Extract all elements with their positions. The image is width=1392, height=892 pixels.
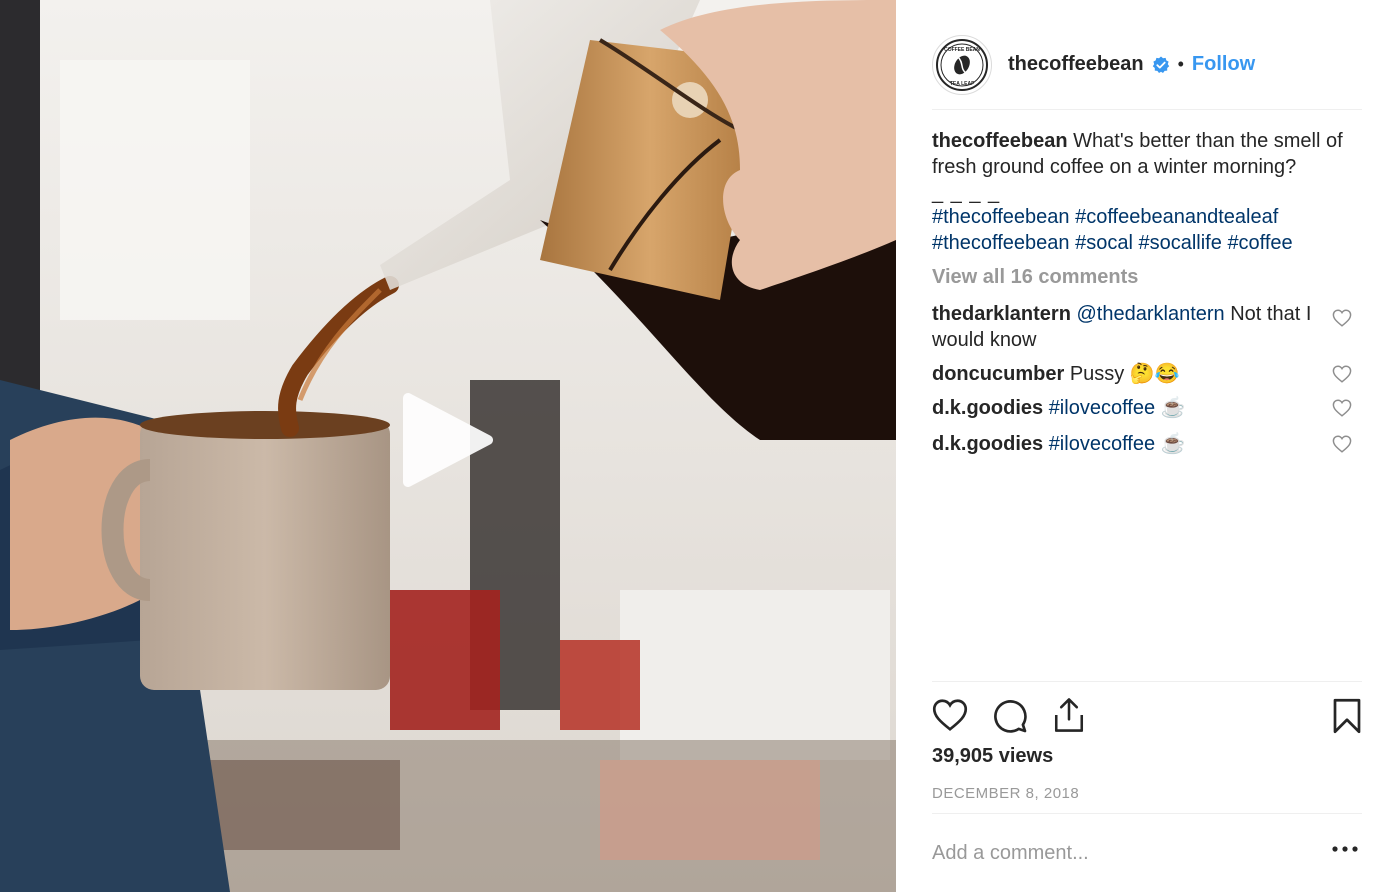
comment-hashtag[interactable]: #ilovecoffee bbox=[1049, 397, 1155, 419]
comment-like-icon[interactable] bbox=[1332, 309, 1352, 327]
post-author-username[interactable]: thecoffeebean bbox=[1008, 53, 1144, 76]
post-side-panel: COFFEE BEAN TEA LEAF thecoffeebean • Fol… bbox=[896, 0, 1392, 892]
post-date[interactable]: DECEMBER 8, 2018 bbox=[932, 785, 1079, 802]
comment-text: ☕ bbox=[1160, 397, 1186, 419]
svg-text:COFFEE BEAN: COFFEE BEAN bbox=[944, 47, 980, 53]
comment-like-icon[interactable] bbox=[1332, 365, 1352, 383]
post-media-video[interactable] bbox=[0, 0, 896, 892]
post-header: COFFEE BEAN TEA LEAF thecoffeebean • Fol… bbox=[932, 20, 1362, 110]
comment-username[interactable]: thedarklantern bbox=[932, 303, 1071, 325]
view-count[interactable]: 39,905 views bbox=[932, 745, 1053, 768]
caption-username[interactable]: thecoffeebean bbox=[932, 130, 1068, 152]
avatar[interactable]: COFFEE BEAN TEA LEAF bbox=[932, 34, 992, 95]
comment-item: doncucumber Pussy 🤔😂 bbox=[932, 361, 1352, 387]
comment-item: d.k.goodies #ilovecoffee ☕ bbox=[932, 395, 1352, 421]
more-options-icon[interactable] bbox=[1332, 846, 1358, 852]
play-button[interactable] bbox=[400, 390, 500, 490]
add-comment-bar bbox=[932, 813, 1362, 892]
caption-hashtags: #thecoffeebean #coffeebeanandtealeaf #th… bbox=[932, 204, 1372, 256]
coffee-bean-logo-icon: COFFEE BEAN TEA LEAF bbox=[940, 43, 984, 87]
hashtag-link[interactable]: #coffee bbox=[1227, 232, 1292, 254]
comment-item: d.k.goodies #ilovecoffee ☕ bbox=[932, 431, 1352, 457]
comment-text: Pussy 🤔😂 bbox=[1069, 363, 1180, 385]
comment-hashtag[interactable]: #ilovecoffee bbox=[1049, 433, 1155, 455]
comment-item: thedarklantern @thedarklantern Not that … bbox=[932, 301, 1352, 353]
add-comment-input[interactable] bbox=[932, 841, 1312, 865]
hashtag-link[interactable]: #thecoffeebean bbox=[932, 206, 1070, 228]
separator-dot: • bbox=[1177, 54, 1184, 74]
comment-like-icon[interactable] bbox=[1332, 435, 1352, 453]
comment-username[interactable]: d.k.goodies bbox=[932, 397, 1043, 419]
follow-button[interactable]: Follow bbox=[1192, 53, 1255, 76]
heart-icon[interactable] bbox=[932, 698, 968, 732]
caption-divider: _ _ _ _ bbox=[932, 182, 1001, 204]
bookmark-icon[interactable] bbox=[1332, 698, 1362, 734]
comment-username[interactable]: doncucumber bbox=[932, 363, 1064, 385]
share-icon[interactable] bbox=[1052, 696, 1086, 734]
hashtag-link[interactable]: #socallife bbox=[1138, 232, 1221, 254]
comment-mention[interactable]: @thedarklantern bbox=[1077, 303, 1225, 325]
svg-text:TEA LEAF: TEA LEAF bbox=[950, 81, 974, 87]
comments-section: thecoffeebean What's better than the sme… bbox=[932, 128, 1372, 457]
comment-like-icon[interactable] bbox=[1332, 399, 1352, 417]
view-all-comments-link[interactable]: View all 16 comments bbox=[932, 266, 1372, 289]
comment-icon[interactable] bbox=[992, 698, 1028, 734]
post-actions-bar bbox=[932, 681, 1362, 751]
hashtag-link[interactable]: #thecoffeebean bbox=[932, 232, 1070, 254]
verified-badge-icon bbox=[1152, 56, 1169, 73]
comment-text: ☕ bbox=[1160, 433, 1186, 455]
post-caption: thecoffeebean What's better than the sme… bbox=[932, 128, 1352, 180]
hashtag-link[interactable]: #socal bbox=[1075, 232, 1133, 254]
comment-username[interactable]: d.k.goodies bbox=[932, 433, 1043, 455]
avatar-logo: COFFEE BEAN TEA LEAF bbox=[936, 38, 988, 91]
hashtag-link[interactable]: #coffeebeanandtealeaf bbox=[1075, 206, 1278, 228]
play-icon bbox=[403, 393, 493, 487]
